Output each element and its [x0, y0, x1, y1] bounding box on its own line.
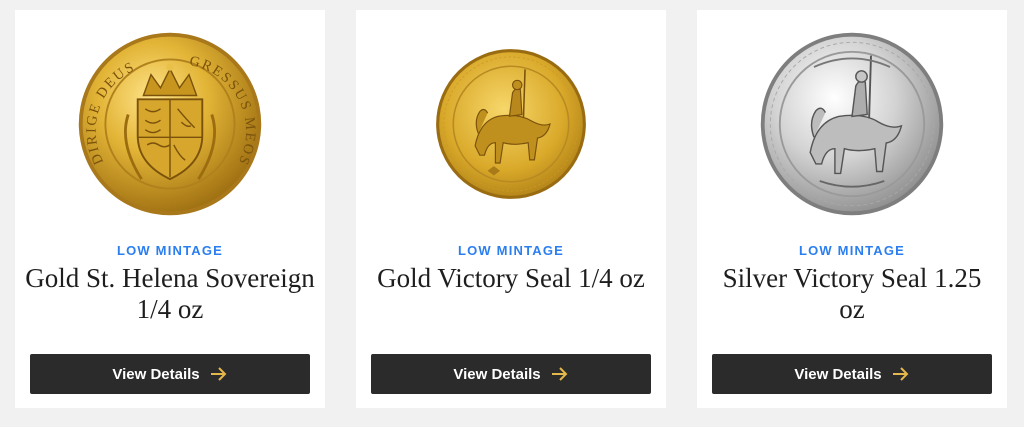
product-grid: DIRIGE DEUS GRESSUS MEOS LOW MINTAGE Gol… — [0, 0, 1024, 427]
low-mintage-badge: LOW MINTAGE — [116, 243, 224, 258]
arrow-right-icon — [210, 367, 228, 381]
product-card: LOW MINTAGE Gold Victory Seal 1/4 oz Vie… — [356, 10, 666, 408]
product-image[interactable] — [356, 24, 666, 224]
view-details-label: View Details — [453, 365, 541, 383]
gold-coin-equestrian-icon — [436, 49, 586, 199]
product-card: LOW MINTAGE Silver Victory Seal 1.25 oz … — [697, 10, 1007, 408]
low-mintage-badge: LOW MINTAGE — [798, 243, 906, 258]
view-details-button[interactable]: View Details — [30, 354, 310, 394]
view-details-label: View Details — [794, 365, 882, 383]
gold-coin-shield-crest-icon: DIRIGE DEUS GRESSUS MEOS — [78, 32, 262, 216]
view-details-button[interactable]: View Details — [371, 354, 651, 394]
product-card: DIRIGE DEUS GRESSUS MEOS LOW MINTAGE Gol… — [15, 10, 325, 408]
product-title[interactable]: Gold Victory Seal 1/4 oz — [366, 263, 656, 294]
product-image[interactable] — [697, 24, 1007, 224]
product-title[interactable]: Gold St. Helena Sovereign 1/4 oz — [25, 263, 315, 325]
product-title[interactable]: Silver Victory Seal 1.25 oz — [707, 263, 997, 325]
arrow-right-icon — [892, 367, 910, 381]
silver-coin-equestrian-icon — [760, 32, 944, 216]
view-details-label: View Details — [112, 365, 200, 383]
arrow-right-icon — [551, 367, 569, 381]
low-mintage-badge: LOW MINTAGE — [457, 243, 565, 258]
view-details-button[interactable]: View Details — [712, 354, 992, 394]
product-image[interactable]: DIRIGE DEUS GRESSUS MEOS — [15, 24, 325, 224]
